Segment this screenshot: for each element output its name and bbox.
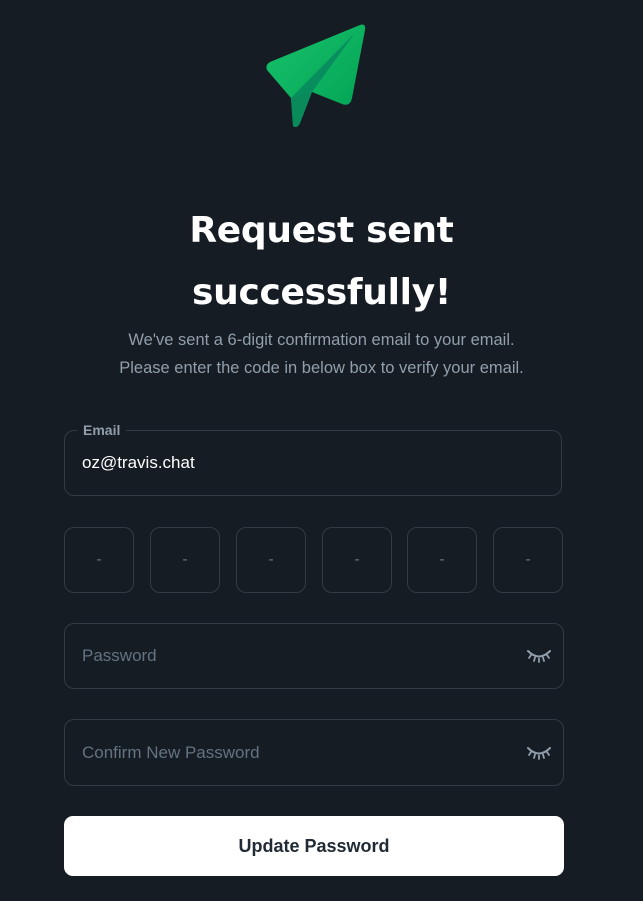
code-digit-1[interactable]: -: [64, 527, 134, 593]
title-line-1: Request sent: [189, 210, 454, 251]
verification-code-row: - - - - - -: [64, 527, 564, 593]
subtitle-line-2: Please enter the code in below box to ve…: [119, 359, 524, 377]
page-subtitle: We've sent a 6-digit confirmation email …: [0, 326, 643, 382]
email-field[interactable]: Email oz@travis.chat: [64, 422, 562, 496]
code-digit-3[interactable]: -: [236, 527, 306, 593]
page-title: Request sent successfully!: [0, 200, 643, 324]
eye-closed-icon[interactable]: [527, 745, 551, 761]
confirm-password-placeholder: Confirm New Password: [82, 743, 260, 762]
subtitle-line-1: We've sent a 6-digit confirmation email …: [128, 331, 515, 349]
password-field[interactable]: Password: [64, 623, 564, 689]
reset-password-page: Request sent successfully! We've sent a …: [0, 0, 643, 901]
code-digit-6[interactable]: -: [493, 527, 563, 593]
password-placeholder: Password: [82, 646, 157, 665]
eye-closed-icon[interactable]: [527, 648, 551, 664]
title-line-2: successfully!: [192, 272, 451, 313]
code-digit-4[interactable]: -: [322, 527, 392, 593]
paper-plane-icon: [266, 24, 366, 127]
confirm-password-field[interactable]: Confirm New Password: [64, 719, 564, 786]
email-value[interactable]: oz@travis.chat: [82, 431, 195, 495]
code-digit-5[interactable]: -: [407, 527, 477, 593]
update-password-button[interactable]: Update Password: [64, 816, 564, 876]
code-digit-2[interactable]: -: [150, 527, 220, 593]
